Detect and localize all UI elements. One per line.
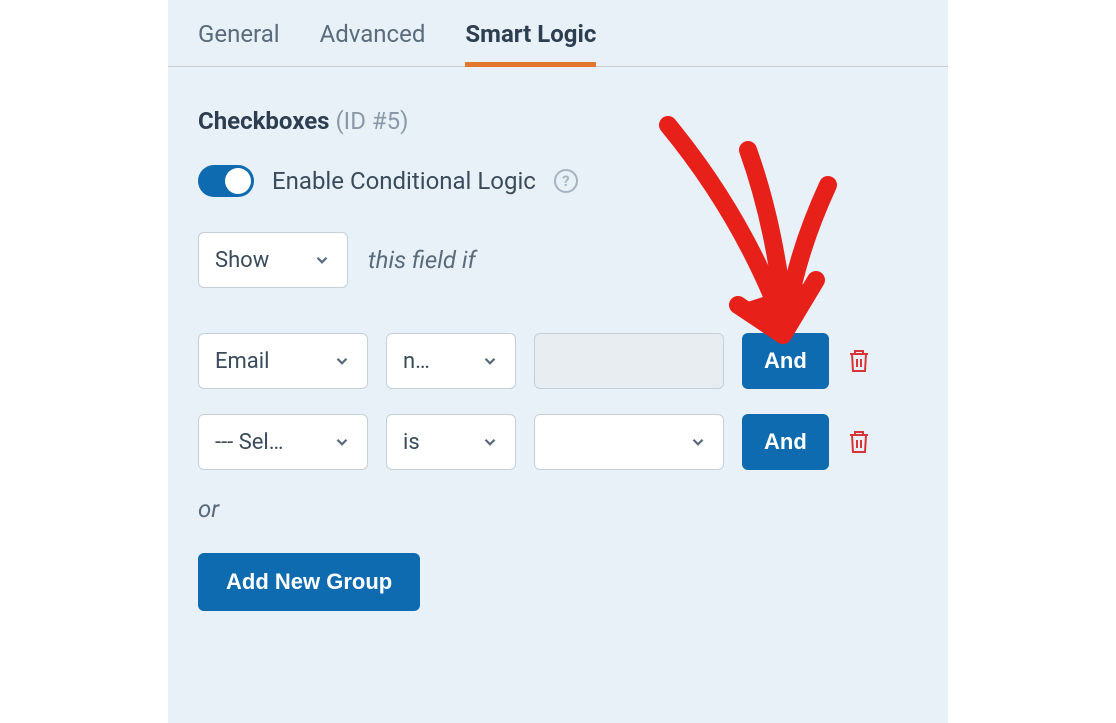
and-button[interactable]: And xyxy=(742,414,829,470)
and-button[interactable]: And xyxy=(742,333,829,389)
rule-operator-select[interactable]: n… xyxy=(386,333,516,389)
rule-operator-value: is xyxy=(403,430,420,455)
settings-tabs: General Advanced Smart Logic xyxy=(168,0,948,67)
action-select-value: Show xyxy=(215,248,269,273)
chevron-down-icon xyxy=(481,352,499,370)
action-suffix: this field if xyxy=(368,246,476,274)
chevron-down-icon xyxy=(313,251,331,269)
rule-value-select[interactable] xyxy=(534,414,724,470)
add-new-group-button[interactable]: Add New Group xyxy=(198,553,420,611)
rule-field-select[interactable]: --- Sel… xyxy=(198,414,368,470)
field-id: (ID #5) xyxy=(335,107,408,135)
enable-logic-toggle[interactable] xyxy=(198,165,254,197)
tab-smart-logic[interactable]: Smart Logic xyxy=(465,20,596,66)
chevron-down-icon xyxy=(689,433,707,451)
trash-icon[interactable] xyxy=(847,429,871,455)
or-separator: or xyxy=(198,495,918,523)
chevron-down-icon xyxy=(481,433,499,451)
trash-icon[interactable] xyxy=(847,348,871,374)
toggle-knob xyxy=(225,168,251,194)
rule-field-value: Email xyxy=(215,349,269,374)
smart-logic-content: Checkboxes (ID #5) Enable Conditional Lo… xyxy=(168,67,948,611)
rule-operator-select[interactable]: is xyxy=(386,414,516,470)
rule-operator-value: n… xyxy=(403,349,430,374)
field-name: Checkboxes xyxy=(198,107,330,135)
action-select[interactable]: Show xyxy=(198,232,348,288)
field-title: Checkboxes (ID #5) xyxy=(198,107,918,135)
enable-logic-row: Enable Conditional Logic ? xyxy=(198,165,918,197)
rule-row: Email n… And xyxy=(198,333,918,389)
enable-logic-label: Enable Conditional Logic xyxy=(272,167,536,195)
rule-row: --- Sel… is And xyxy=(198,414,918,470)
action-row: Show this field if xyxy=(198,232,918,288)
tab-advanced[interactable]: Advanced xyxy=(320,20,426,66)
chevron-down-icon xyxy=(333,352,351,370)
tab-general[interactable]: General xyxy=(198,20,280,66)
rule-field-select[interactable]: Email xyxy=(198,333,368,389)
rule-field-value: --- Sel… xyxy=(215,430,284,455)
chevron-down-icon xyxy=(333,433,351,451)
rule-value-input[interactable] xyxy=(534,333,724,389)
field-settings-panel: General Advanced Smart Logic Checkboxes … xyxy=(168,0,948,723)
help-icon[interactable]: ? xyxy=(554,169,578,193)
